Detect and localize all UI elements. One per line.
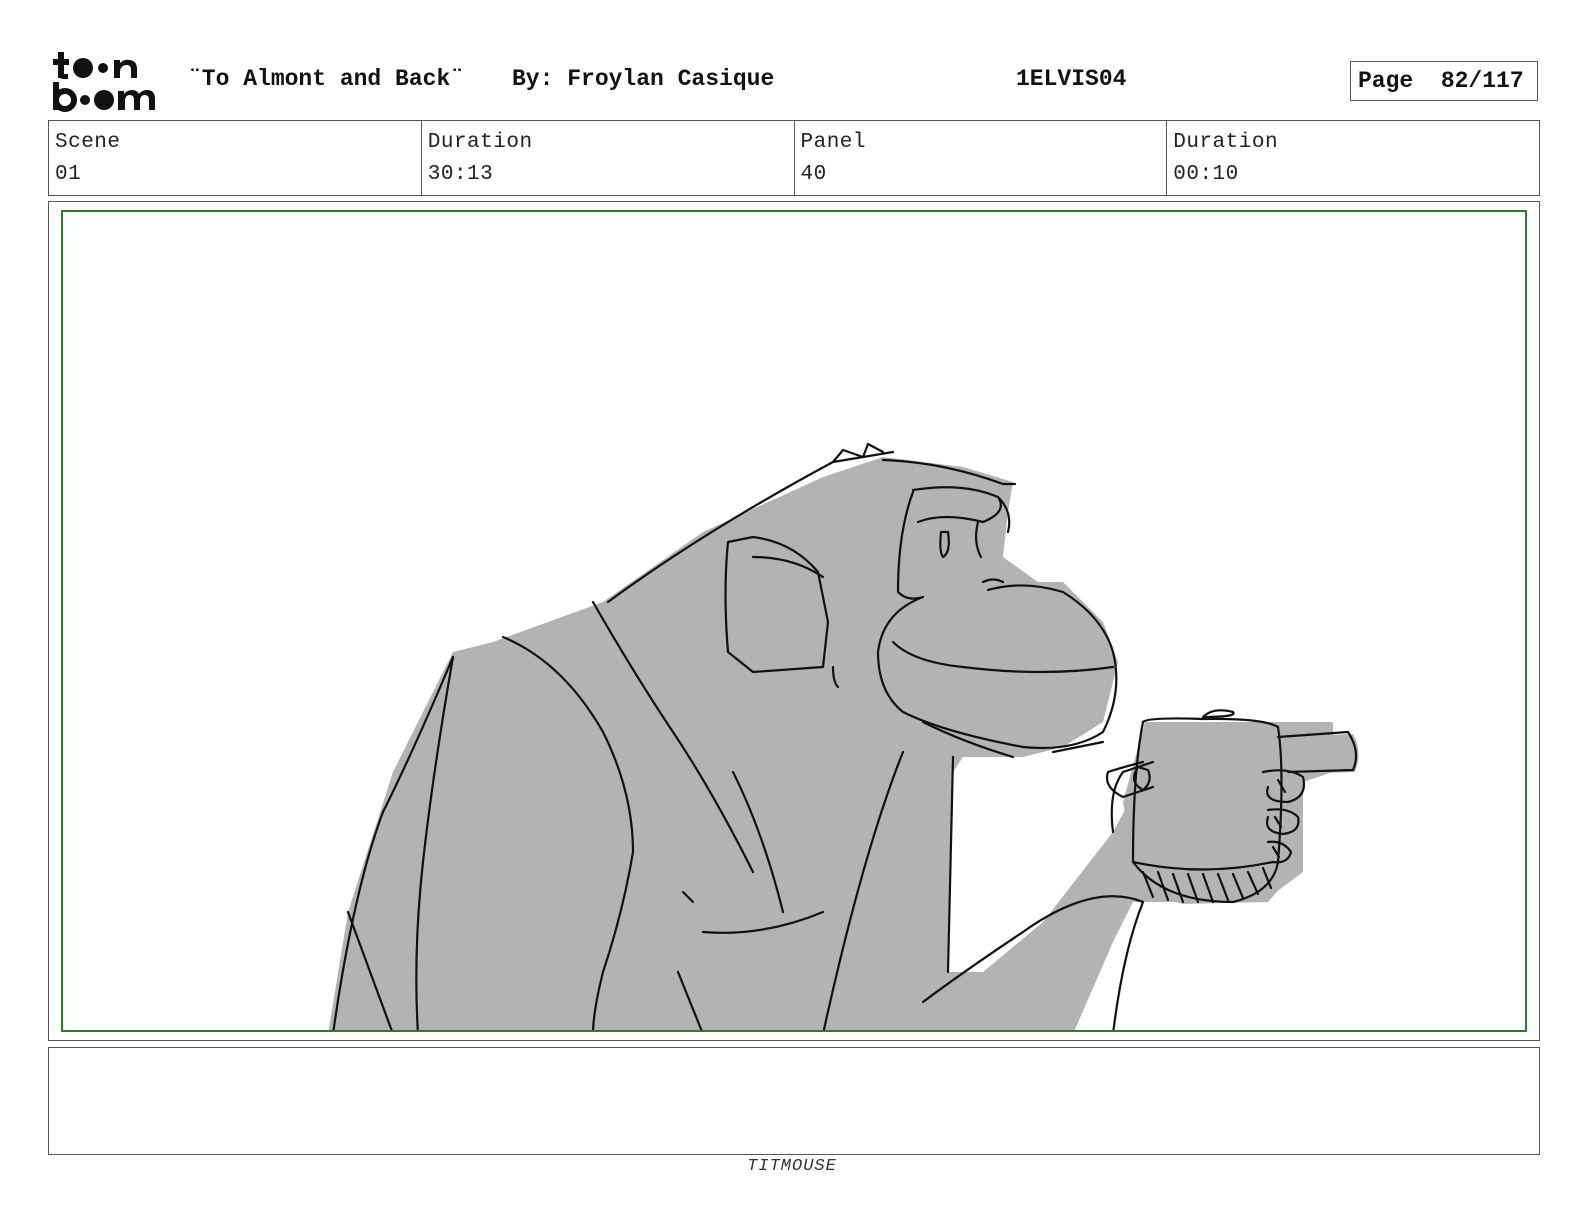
- page-label: Page: [1358, 68, 1414, 94]
- storyboard-author: By: Froylan Casique: [512, 66, 775, 92]
- episode-code: 1ELVIS04: [1016, 66, 1127, 92]
- page-number: 82/117: [1440, 68, 1524, 94]
- panel-info-row: Scene 01 Duration 30:13 Panel 40 Duratio…: [48, 120, 1540, 196]
- panel-label: Panel: [800, 131, 867, 154]
- page-indicator: Page 82/117: [1350, 61, 1538, 101]
- storyboard-title: ¨To Almont and Back¨: [188, 66, 465, 92]
- scene-duration-label: Duration: [427, 131, 533, 154]
- safe-frame: [61, 210, 1527, 1032]
- scene-duration-value: 30:13: [427, 163, 494, 186]
- scene-value: 01: [55, 163, 82, 186]
- studio-footer: TITMOUSE: [747, 1157, 837, 1176]
- scene-cell: Scene 01: [49, 121, 422, 195]
- storyboard-panel: [48, 201, 1540, 1041]
- toonboom-logo: [53, 52, 155, 112]
- ape-sketch-drawing: [328, 442, 1359, 1030]
- panel-value: 40: [800, 163, 827, 186]
- panel-notes-box: [48, 1047, 1540, 1155]
- panel-duration-value: 00:10: [1173, 163, 1239, 186]
- panel-duration-label: Duration: [1173, 131, 1279, 154]
- panel-duration-cell: Duration 00:10: [1167, 121, 1539, 195]
- panel-cell: Panel 40: [795, 121, 1168, 195]
- scene-duration-cell: Duration 30:13: [422, 121, 795, 195]
- scene-label: Scene: [55, 131, 121, 154]
